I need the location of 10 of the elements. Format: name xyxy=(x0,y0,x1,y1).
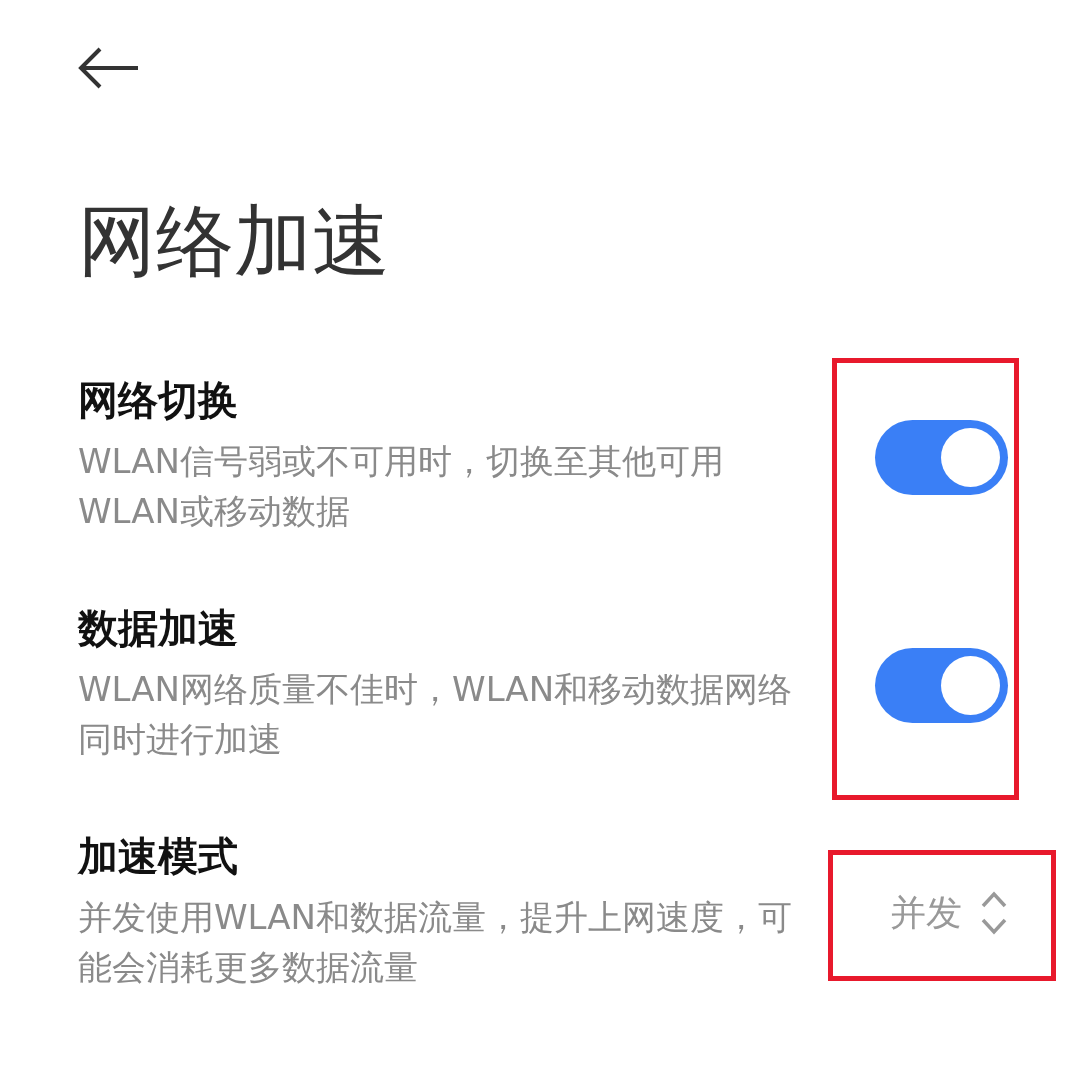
setting-description: WLAN网络质量不佳时，WLAN和移动数据网络同时进行加速 xyxy=(78,668,794,761)
page-title: 网络加速 xyxy=(78,202,391,280)
setting-title: 数据加速 xyxy=(78,606,239,650)
setting-description: WLAN信号弱或不可用时，切换至其他可用WLAN或移动数据 xyxy=(78,440,726,533)
back-arrow-icon[interactable] xyxy=(78,46,140,90)
up-down-chevron-icon[interactable] xyxy=(980,890,1008,936)
setting-title: 加速模式 xyxy=(78,834,239,878)
setting-title: 网络切换 xyxy=(78,378,239,422)
setting-description: 并发使用WLAN和数据流量，提升上网速度，可能会消耗更多数据流量 xyxy=(78,896,794,989)
mode-value[interactable]: 并发 xyxy=(890,888,962,938)
